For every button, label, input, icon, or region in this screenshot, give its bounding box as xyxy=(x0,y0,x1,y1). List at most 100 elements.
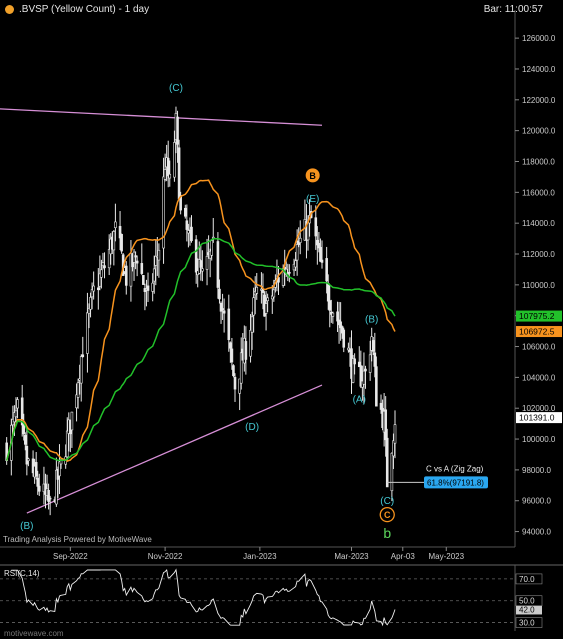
candle-body xyxy=(222,310,226,314)
candle-body xyxy=(230,348,234,363)
candle-body xyxy=(135,260,139,264)
candle-body xyxy=(205,255,209,270)
candle-body xyxy=(384,409,387,441)
candle-body xyxy=(47,490,50,502)
candle-body xyxy=(36,477,40,487)
candle-body xyxy=(157,249,161,261)
candle-body xyxy=(79,356,83,384)
candle-body xyxy=(190,226,193,241)
candle-body xyxy=(368,354,372,373)
price-tick-label: 120000.0 xyxy=(522,127,556,136)
candle-body xyxy=(86,312,89,354)
candle-body xyxy=(183,207,187,217)
candle-body xyxy=(168,173,172,179)
candle-body xyxy=(314,217,318,237)
candle-body xyxy=(176,116,179,145)
candle-body xyxy=(103,265,106,269)
candle-body xyxy=(319,247,322,262)
price-tick-label: 94000.0 xyxy=(522,528,551,537)
candle-body xyxy=(16,399,19,409)
wave-label-text: (A) xyxy=(353,394,366,405)
rsi-tick-label: 70.0 xyxy=(519,575,535,584)
time-tick-label: May-2023 xyxy=(428,552,464,561)
wave-label-text: (C) xyxy=(169,83,183,94)
yellow-count-dot-icon xyxy=(5,5,14,14)
candle-body xyxy=(385,437,389,488)
candle-body xyxy=(219,302,223,312)
rsi-tick-label: 42.0 xyxy=(519,605,535,614)
watermark-label: motivewave.com xyxy=(4,629,64,638)
candle-body xyxy=(298,237,302,243)
candle-body xyxy=(252,297,255,316)
candle xyxy=(232,364,235,378)
candle-body xyxy=(325,258,328,282)
candle-body xyxy=(375,366,378,407)
candle-body xyxy=(152,268,156,282)
candle-body xyxy=(24,435,27,445)
time-tick-label: Jan-2023 xyxy=(243,552,277,561)
price-tick-label: 122000.0 xyxy=(522,96,556,105)
wave-label: (E) xyxy=(306,194,319,205)
candle-body xyxy=(199,260,203,268)
candle-body xyxy=(250,316,254,333)
candle-body xyxy=(264,303,268,314)
candle-body xyxy=(244,341,248,360)
candle-body xyxy=(331,312,335,317)
price-tick-label: 114000.0 xyxy=(522,219,555,228)
wave-label: b xyxy=(383,525,391,541)
price-tick-label: 126000.0 xyxy=(522,34,556,43)
price-value-tag-label: 106972.5 xyxy=(519,327,555,337)
candle-body xyxy=(97,287,100,290)
rsi-tick-label: 50.0 xyxy=(519,597,535,606)
candle-body xyxy=(221,308,224,311)
zigzag-value-label: 61.8%(97191.8) xyxy=(427,478,484,487)
candle-body xyxy=(48,497,52,500)
candle-body xyxy=(37,485,41,492)
candle-body xyxy=(25,445,29,465)
rsi-tick: 30.0 xyxy=(515,617,543,628)
price-value-tag: 101391.0 xyxy=(516,412,562,424)
candle-body xyxy=(261,289,265,293)
candle-body xyxy=(320,259,324,263)
candle-body xyxy=(294,260,297,268)
candle-body xyxy=(266,297,269,302)
wave-label-text: (B) xyxy=(365,314,378,325)
candle-body xyxy=(100,269,103,278)
wave-label-text: B xyxy=(309,171,316,181)
price-tick-label: 118000.0 xyxy=(522,157,555,166)
wave-label: B xyxy=(305,168,320,183)
candle xyxy=(120,233,123,254)
price-tick-label: 100000.0 xyxy=(522,435,556,444)
wave-label: (A) xyxy=(353,394,366,405)
candle-body xyxy=(101,262,105,266)
candle-body xyxy=(218,288,221,300)
candle-body xyxy=(187,230,190,234)
candle-body xyxy=(124,265,128,286)
candle-body xyxy=(92,285,95,292)
time-tick-label: Mar-2023 xyxy=(334,552,369,561)
candle-body xyxy=(342,329,346,348)
zigzag-title: C vs A (Zig Zag) xyxy=(426,464,484,473)
wave-label: (C) xyxy=(380,496,394,507)
candle-body xyxy=(140,263,144,274)
wave-label: (B) xyxy=(365,314,378,325)
time-tick-label: Apr-03 xyxy=(391,552,416,561)
candle-body xyxy=(232,365,235,377)
wave-label: (C) xyxy=(169,83,183,94)
wave-label-text: (E) xyxy=(306,194,319,205)
candle-body xyxy=(393,424,397,444)
wave-label-text: b xyxy=(383,525,391,541)
candle-body xyxy=(295,244,299,261)
price-value-tag: 107975.2 xyxy=(516,310,562,322)
price-value-tag: 106972.5 xyxy=(516,326,562,338)
price-tick-label: 116000.0 xyxy=(522,188,555,197)
rsi-tick: 70.0 xyxy=(515,573,543,585)
candle-body xyxy=(390,453,394,492)
candle-body xyxy=(177,147,181,200)
candle-body xyxy=(34,462,38,477)
candle xyxy=(142,275,145,285)
candle-body xyxy=(326,283,330,302)
wave-label-text: (B) xyxy=(20,521,33,532)
price-tick-label: 112000.0 xyxy=(522,250,555,259)
chart-title: .BVSP (Yellow Count) - 1 day xyxy=(19,4,150,15)
